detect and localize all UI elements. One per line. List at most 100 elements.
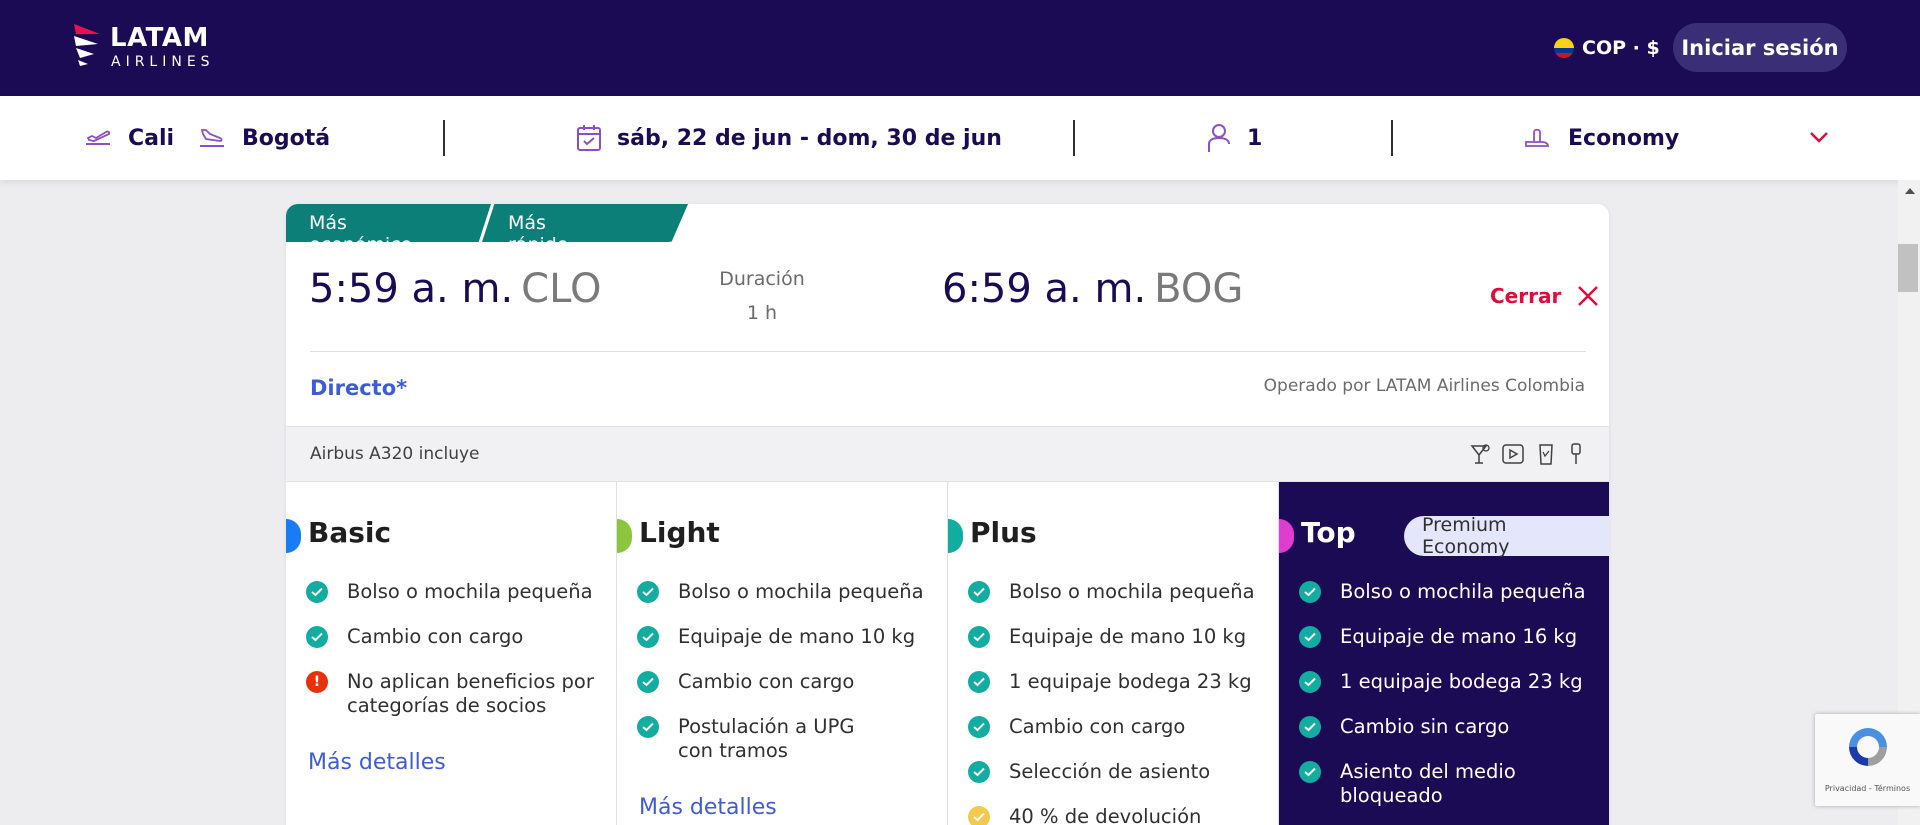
- close-label: Cerrar: [1490, 284, 1562, 308]
- duration-value: 1 h: [746, 302, 778, 324]
- fare-feature: Bolso o mochila pequeña: [637, 580, 937, 604]
- fare-feature: Cambio con cargo: [968, 715, 1268, 739]
- departure-time: 5:59 a. m.: [309, 266, 514, 312]
- divider: [443, 120, 445, 156]
- top-navbar: LATAM AIRLINES COP · $ Iniciar sesión: [0, 0, 1920, 96]
- fare-top[interactable]: Top Premium Economy Bolso o mochila pequ…: [1279, 482, 1609, 825]
- fare-feature: 1 equipaje bodega 23 kg: [1299, 670, 1599, 694]
- check-icon: [1299, 761, 1321, 783]
- drinks-icon: [1470, 444, 1490, 464]
- currency-selector[interactable]: COP · $: [1554, 34, 1660, 62]
- tag-cheapest-label: Más económico: [309, 212, 413, 256]
- latam-logo[interactable]: LATAM AIRLINES: [72, 22, 232, 74]
- colombia-flag-icon: [1554, 38, 1574, 58]
- fare-name: Top: [1301, 516, 1356, 549]
- fare-feature: Postulación a UPG con tramos: [637, 715, 887, 763]
- cabin-field[interactable]: Economy: [1522, 96, 1679, 180]
- close-button[interactable]: Cerrar: [1490, 284, 1599, 308]
- check-icon: [968, 761, 990, 783]
- check-icon: [968, 581, 990, 603]
- scrollbar-thumb[interactable]: [1898, 244, 1918, 292]
- warning-icon: !: [306, 671, 328, 693]
- divider: [1391, 120, 1393, 156]
- fare-light[interactable]: Light Bolso o mochila pequeña Equipaje d…: [617, 482, 948, 825]
- check-icon: [968, 626, 990, 648]
- origin-city: Cali: [128, 125, 175, 151]
- check-icon: [1299, 581, 1321, 603]
- fare-name: Plus: [970, 516, 1037, 549]
- check-icon: [1299, 671, 1321, 693]
- duration-label: Duración: [719, 268, 805, 290]
- fare-feature: Cambio sin cargo: [1299, 715, 1599, 739]
- fare-options: Basic Bolso o mochila pequeña Cambio con…: [286, 482, 1609, 825]
- recaptcha-icon: [1849, 728, 1887, 766]
- check-icon: [306, 581, 328, 603]
- landing-icon: [200, 129, 224, 147]
- fare-feature: Bolso o mochila pequeña: [306, 580, 606, 604]
- chevron-down-icon[interactable]: [1808, 126, 1830, 148]
- amenity-icons: [1469, 442, 1585, 466]
- fare-color-bar: [1279, 519, 1294, 553]
- close-icon: [1578, 286, 1599, 306]
- fare-feature: Bolso o mochila pequeña: [968, 580, 1268, 604]
- scroll-up-arrow-icon[interactable]: [1905, 188, 1915, 194]
- check-icon: [637, 716, 659, 738]
- check-icon: [1299, 716, 1321, 738]
- more-details-link[interactable]: Más detalles: [639, 795, 777, 820]
- usb-icon: [1571, 443, 1581, 464]
- travel-dates: sáb, 22 de jun - dom, 30 de jun: [617, 125, 1002, 151]
- fare-feature: ! No aplican beneficios por categorías d…: [306, 670, 606, 718]
- check-icon: [306, 626, 328, 648]
- dates-field[interactable]: sáb, 22 de jun - dom, 30 de jun: [575, 96, 1002, 180]
- check-icon: [637, 626, 659, 648]
- brand-name: LATAM: [110, 23, 209, 53]
- fare-feature: 1 equipaje bodega 23 kg: [968, 670, 1268, 694]
- fare-feature: Selección de asiento: [968, 760, 1268, 784]
- departure: 5:59 a. m. CLO: [309, 266, 601, 312]
- passengers-field[interactable]: 1: [1205, 96, 1262, 180]
- login-button[interactable]: Iniciar sesión: [1673, 23, 1847, 72]
- fare-feature: Equipaje de mano 10 kg: [968, 625, 1268, 649]
- person-icon: [1208, 124, 1230, 152]
- brand-subtitle: AIRLINES: [111, 54, 215, 70]
- flight-detail-card: Más económico Más rápido 5:59 a. m. CLO D…: [286, 204, 1609, 825]
- destination-city: Bogotá: [242, 125, 331, 151]
- cabin-class: Economy: [1568, 125, 1680, 151]
- passenger-count: 1: [1247, 125, 1263, 151]
- currency-label: COP · $: [1582, 37, 1660, 59]
- seat-icon: [1525, 128, 1549, 147]
- fare-feature: 40 % de devolución: [968, 805, 1268, 825]
- fare-plus[interactable]: Plus Bolso o mochila pequeña Equipaje de…: [948, 482, 1279, 825]
- fare-color-bar: [617, 519, 632, 553]
- departure-airport-code: CLO: [521, 266, 602, 312]
- amenities-bar: Airbus A320 incluye: [286, 426, 1609, 482]
- entertainment-icon: [1502, 444, 1524, 464]
- recaptcha-terms[interactable]: Privacidad - Términos: [1815, 784, 1920, 793]
- arrival: 6:59 a. m. BOG: [942, 266, 1243, 312]
- check-icon: [1299, 626, 1321, 648]
- check-icon: [637, 671, 659, 693]
- recaptcha-badge[interactable]: Privacidad - Términos: [1815, 714, 1920, 806]
- takeoff-icon: [86, 130, 111, 145]
- check-icon: [968, 671, 990, 693]
- more-details-link[interactable]: Más detalles: [308, 750, 446, 775]
- partial-check-icon: [968, 806, 990, 825]
- tag-fastest-label: Más rápido: [508, 212, 569, 256]
- divider: [310, 351, 1586, 352]
- fare-color-bar: [948, 519, 963, 553]
- operated-by: Operado por LATAM Airlines Colombia: [1263, 376, 1585, 396]
- fare-basic[interactable]: Basic Bolso o mochila pequeña Cambio con…: [286, 482, 617, 825]
- fare-name: Light: [639, 516, 720, 549]
- divider: [1073, 120, 1075, 156]
- fare-feature: Bolso o mochila pequeña: [1299, 580, 1599, 604]
- check-icon: [968, 716, 990, 738]
- destination-field[interactable]: Bogotá: [196, 96, 330, 180]
- fare-feature: Asiento del medio bloqueado: [1299, 760, 1529, 808]
- snack-icon: [1539, 444, 1553, 465]
- fare-feature: Equipaje de mano 10 kg: [637, 625, 937, 649]
- fare-feature: Cambio con cargo: [306, 625, 606, 649]
- origin-field[interactable]: Cali: [82, 96, 174, 180]
- latam-logo-icon: [74, 24, 100, 66]
- stops-link[interactable]: Directo*: [310, 376, 407, 400]
- arrival-time: 6:59 a. m.: [942, 266, 1147, 312]
